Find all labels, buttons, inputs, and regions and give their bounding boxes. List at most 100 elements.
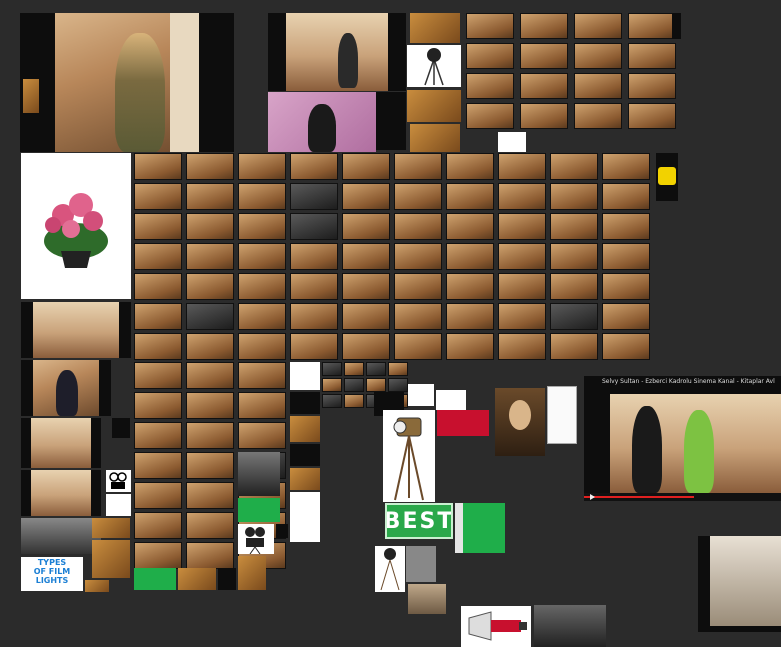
tile-film-light-small-1[interactable] <box>290 362 320 390</box>
grid-tile[interactable] <box>574 103 622 129</box>
grid-tile[interactable] <box>550 243 598 270</box>
grid-tile[interactable] <box>628 73 676 99</box>
grid-tile[interactable] <box>186 422 234 449</box>
grid-tile[interactable] <box>186 362 234 389</box>
grid-tile[interactable] <box>134 362 182 389</box>
grid-tile[interactable] <box>520 103 568 129</box>
grid-tile[interactable] <box>238 392 286 419</box>
grid-tile[interactable] <box>466 43 514 69</box>
grid-tile[interactable] <box>238 303 286 330</box>
grid-tile[interactable] <box>322 378 342 392</box>
tile-small-clip-22[interactable] <box>408 384 434 406</box>
grid-tile[interactable] <box>366 362 386 376</box>
grid-tile[interactable] <box>602 303 650 330</box>
grid-tile[interactable] <box>290 153 338 180</box>
tile-woman-pink-studio[interactable] <box>268 92 376 152</box>
grid-tile[interactable] <box>602 333 650 360</box>
tile-small-clip-11[interactable] <box>85 580 109 592</box>
grid-tile[interactable] <box>574 73 622 99</box>
grid-tile[interactable] <box>186 452 234 479</box>
grid-tile[interactable] <box>628 43 676 69</box>
grid-tile[interactable] <box>134 273 182 300</box>
tile-film-light-tripod[interactable] <box>383 410 435 502</box>
grid-tile[interactable] <box>628 103 676 129</box>
grid-tile[interactable] <box>628 13 676 39</box>
grid-tile[interactable] <box>134 183 182 210</box>
tile-small-clip-4[interactable] <box>410 124 460 152</box>
tile-man-in-suit[interactable] <box>21 360 111 416</box>
grid-tile[interactable] <box>238 362 286 389</box>
grid-tile[interactable] <box>550 213 598 240</box>
grid-tile[interactable] <box>238 153 286 180</box>
grid-tile[interactable] <box>394 213 442 240</box>
grid-tile[interactable] <box>394 333 442 360</box>
tile-studio-wide[interactable] <box>21 470 101 516</box>
grid-tile[interactable] <box>498 333 546 360</box>
grid-tile[interactable] <box>498 273 546 300</box>
grid-tile[interactable] <box>238 273 286 300</box>
grid-tile[interactable] <box>134 153 182 180</box>
grid-tile[interactable] <box>446 303 494 330</box>
grid-tile[interactable] <box>394 183 442 210</box>
grid-tile[interactable] <box>238 422 286 449</box>
grid-tile[interactable] <box>186 273 234 300</box>
play-icon[interactable] <box>590 494 595 500</box>
tile-small-clip-12[interactable] <box>656 153 678 201</box>
grid-tile[interactable] <box>344 378 364 392</box>
grid-tile[interactable] <box>446 273 494 300</box>
tile-small-clip-7[interactable] <box>21 75 41 117</box>
grid-tile[interactable] <box>134 243 182 270</box>
grid-tile[interactable] <box>186 183 234 210</box>
grid-tile[interactable] <box>520 43 568 69</box>
tile-film-light-white[interactable] <box>407 45 461 87</box>
grid-tile[interactable] <box>342 153 390 180</box>
tile-camera-line-art[interactable] <box>106 470 131 492</box>
grid-tile[interactable] <box>550 153 598 180</box>
grid-tile[interactable] <box>238 243 286 270</box>
grid-tile[interactable] <box>290 303 338 330</box>
grid-tile[interactable] <box>186 153 234 180</box>
grid-tile[interactable] <box>134 303 182 330</box>
tile-small-clip-14[interactable] <box>218 568 236 590</box>
tile-pink-flower[interactable] <box>21 153 131 299</box>
grid-tile[interactable] <box>186 512 234 539</box>
grid-tile[interactable] <box>134 542 182 569</box>
grid-tile[interactable] <box>322 394 342 408</box>
grid-tile[interactable] <box>134 422 182 449</box>
tile-types-of-film-lights[interactable]: TYPES OF FILM LIGHTS <box>21 557 83 591</box>
tile-small-clip-8[interactable] <box>112 418 130 438</box>
grid-tile[interactable] <box>238 183 286 210</box>
grid-tile[interactable] <box>322 362 342 376</box>
grid-tile[interactable] <box>290 243 338 270</box>
tile-light-stand-room[interactable] <box>408 584 446 614</box>
grid-tile[interactable] <box>344 394 364 408</box>
grid-tile[interactable] <box>388 362 408 376</box>
grid-tile[interactable] <box>186 333 234 360</box>
tile-small-clip-18[interactable] <box>290 444 320 466</box>
grid-tile[interactable] <box>134 333 182 360</box>
grid-tile[interactable] <box>186 303 234 330</box>
tile-small-clip-1[interactable] <box>376 92 406 150</box>
tile-small-clip-20[interactable] <box>276 524 288 538</box>
grid-tile[interactable] <box>342 273 390 300</box>
grid-tile[interactable] <box>388 378 408 392</box>
tile-green-clip[interactable] <box>238 498 280 522</box>
grid-tile[interactable] <box>394 153 442 180</box>
grid-tile[interactable] <box>394 243 442 270</box>
grid-tile[interactable] <box>446 183 494 210</box>
tile-director-chair[interactable] <box>436 390 466 410</box>
tile-small-clip-3[interactable] <box>407 90 461 122</box>
tile-green-screen[interactable] <box>455 503 505 553</box>
grid-tile[interactable] <box>446 153 494 180</box>
grid-tile[interactable] <box>498 243 546 270</box>
tile-small-clip-13[interactable] <box>178 568 216 590</box>
tile-small-clip-5[interactable] <box>672 13 681 39</box>
grid-tile[interactable] <box>186 213 234 240</box>
tile-video-player[interactable]: Selvy Sultan - Ezberci Kadrolu Sinema Ka… <box>584 376 781 501</box>
grid-tile[interactable] <box>602 243 650 270</box>
tile-red-studio[interactable] <box>437 410 489 436</box>
grid-tile[interactable] <box>344 362 364 376</box>
tile-film-camera-gear[interactable] <box>534 605 606 647</box>
grid-tile[interactable] <box>602 273 650 300</box>
grid-tile[interactable] <box>602 153 650 180</box>
